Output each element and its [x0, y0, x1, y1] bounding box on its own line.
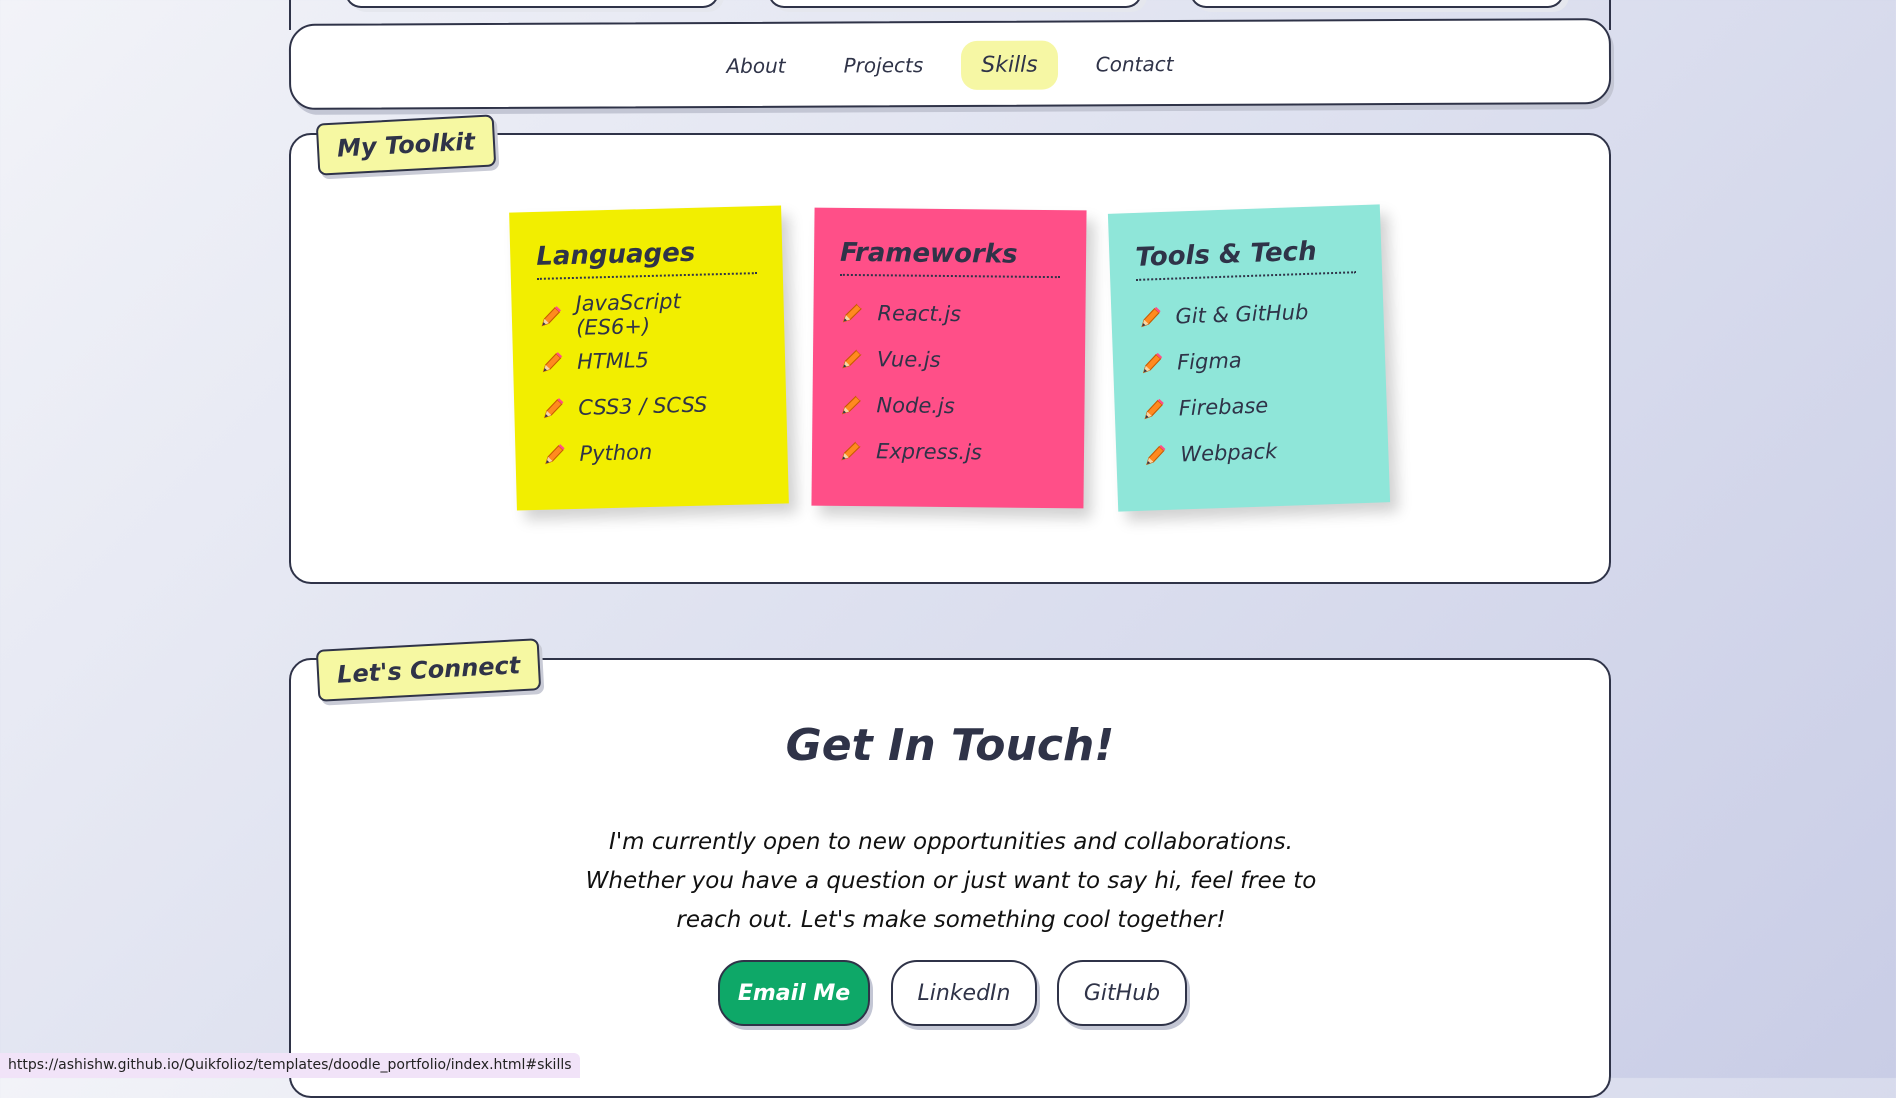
connect-section: Let's Connect Get In Touch! I'm currentl…: [289, 638, 1611, 1098]
navigation-bar: About Projects Skills Contact: [288, 18, 1612, 110]
pencil-icon: [539, 349, 566, 376]
section-tag-toolkit: My Toolkit: [315, 114, 497, 176]
nav-link-contact[interactable]: Contact: [1076, 40, 1194, 90]
pencil-icon: [1137, 304, 1164, 331]
list-item: Vue.js: [839, 336, 1059, 384]
list-item: Python: [541, 426, 762, 478]
sticky-note-languages: Languages JavaScript (ES6+) HTML5 CSS3 /…: [509, 205, 789, 511]
nav-link-skills[interactable]: Skills: [961, 40, 1058, 90]
section-tag-connect: Let's Connect: [315, 638, 542, 702]
sticky-title-languages: Languages: [535, 236, 757, 280]
pencil-icon: [1139, 350, 1166, 377]
pencil-icon: [1140, 396, 1167, 423]
list-item: JavaScript (ES6+): [537, 288, 758, 340]
list-item: CSS3 / SCSS: [540, 380, 761, 432]
nav-link-projects[interactable]: Projects: [823, 41, 943, 91]
list-item: Firebase: [1140, 379, 1361, 433]
pencil-icon: [538, 303, 565, 330]
contact-heading: Get In Touch!: [785, 720, 1115, 771]
list-item: Figma: [1138, 333, 1359, 387]
email-me-button[interactable]: Email Me: [718, 960, 870, 1026]
sticky-note-tools: Tools & Tech Git & GitHub Figma Firebase…: [1107, 204, 1391, 512]
pencil-icon: [839, 300, 865, 326]
toolkit-section: My Toolkit Languages JavaScript (ES6+) H…: [289, 114, 1611, 584]
list-item: Node.js: [838, 382, 1058, 430]
nav-links: About Projects Skills Contact: [291, 38, 1609, 93]
status-bar-url: https://ashishw.github.io/Quikfolioz/tem…: [0, 1053, 580, 1078]
linkedin-button[interactable]: LinkedIn: [891, 960, 1037, 1026]
list-item: React.js: [839, 290, 1059, 338]
sticky-title-tools: Tools & Tech: [1134, 235, 1357, 281]
sticky-title-frameworks: Frameworks: [839, 237, 1061, 279]
sticky-note-frameworks: Frameworks React.js Vue.js Node.js Expre…: [811, 207, 1087, 509]
nav-link-about[interactable]: About: [706, 42, 805, 91]
list-item: HTML5: [538, 334, 759, 386]
pencil-icon: [1142, 442, 1169, 469]
pencil-icon: [541, 441, 568, 468]
pencil-icon: [838, 392, 864, 418]
pencil-icon: [838, 438, 864, 464]
github-button[interactable]: GitHub: [1057, 960, 1187, 1026]
list-item: Express.js: [838, 428, 1058, 476]
list-item: Git & GitHub: [1137, 287, 1358, 341]
pencil-icon: [839, 346, 865, 372]
list-item: Webpack: [1142, 425, 1363, 479]
pencil-icon: [540, 395, 567, 422]
contact-blurb: I'm currently open to new opportunities …: [585, 829, 1317, 933]
